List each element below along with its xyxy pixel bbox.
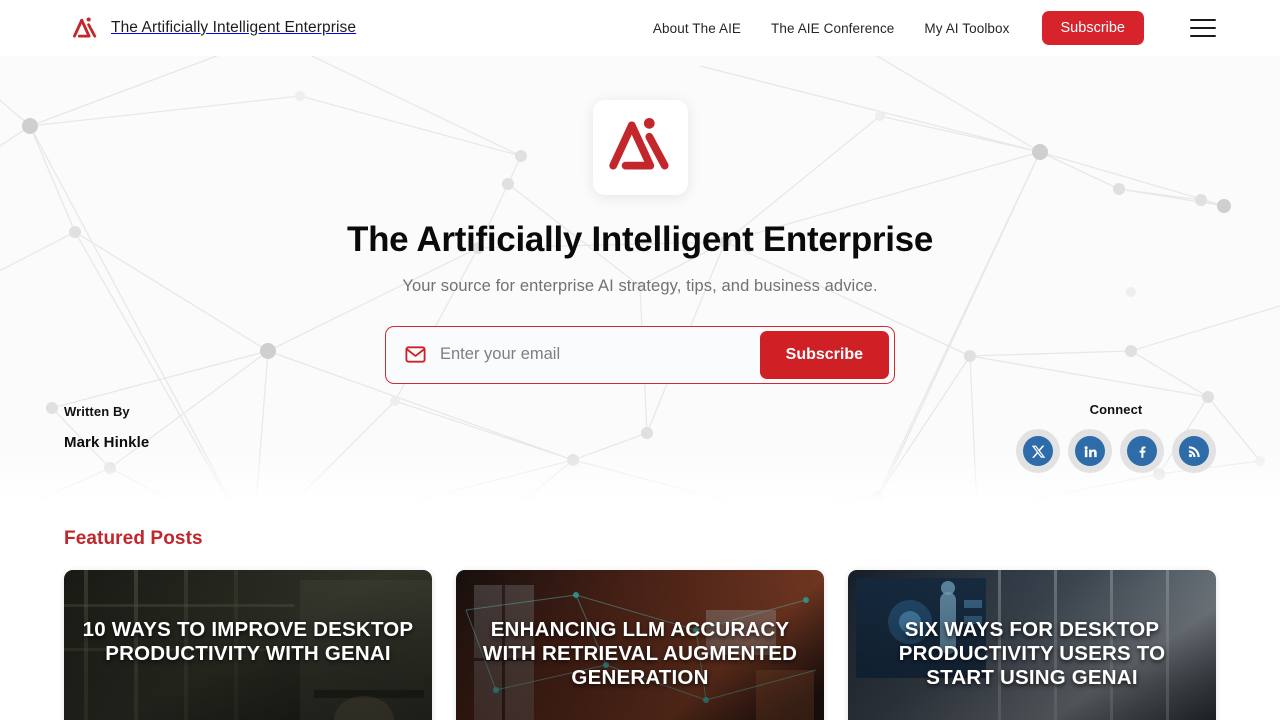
nav-link-the-aie-conference[interactable]: The AIE Conference	[771, 21, 894, 36]
author-connect-strip: Written By Mark Hinkle Connect	[0, 398, 1280, 518]
featured-post-card[interactable]: 10 Ways to Improve Desktop Productivity …	[64, 570, 432, 720]
linkedin-icon	[1075, 436, 1105, 466]
post-title: Six Ways for Desktop Productivity Users …	[898, 618, 1166, 689]
social-link-rss[interactable]	[1172, 429, 1216, 473]
ai-triangle-logo-icon	[607, 112, 673, 183]
email-input[interactable]	[427, 326, 760, 383]
hamburger-menu-icon[interactable]	[1190, 19, 1216, 37]
featured-posts-section: Featured Posts 10 WAYS TO IMPROVE DESKTO…	[0, 518, 1280, 720]
subscribe-form: Subscribe	[385, 325, 895, 384]
page-subtitle: Your source for enterprise AI strategy, …	[402, 276, 878, 295]
social-link-linkedin[interactable]	[1068, 429, 1112, 473]
author-block: Written By Mark Hinkle	[64, 398, 149, 451]
nav-link-about-the-aie[interactable]: About The AIE	[653, 21, 741, 36]
social-link-x-twitter[interactable]	[1016, 429, 1060, 473]
primary-nav: About The AIE The AIE Conference My AI T…	[653, 11, 1216, 45]
page-title: The Artificially Intelligent Enterprise	[346, 220, 934, 259]
nav-link-my-ai-toolbox[interactable]: My AI Toolbox	[924, 21, 1009, 36]
ai-triangle-logo-icon	[72, 15, 98, 41]
subscribe-submit-button[interactable]: Subscribe	[759, 330, 889, 379]
envelope-icon	[404, 343, 427, 366]
hamburger-bar	[1190, 19, 1216, 22]
brand-title: The Artificially Intelligent Enterprise	[111, 19, 357, 36]
connect-block: Connect	[1016, 398, 1216, 473]
hero-content: The Artificially Intelligent Enterprise …	[0, 56, 1280, 384]
author-name[interactable]: Mark Hinkle	[64, 434, 149, 451]
featured-posts-heading: Featured Posts	[64, 528, 203, 549]
hamburger-bar	[1190, 26, 1216, 30]
written-by-label: Written By	[64, 404, 130, 419]
hamburger-bar	[1190, 34, 1216, 37]
brand-home-link[interactable]: The Artificially Intelligent Enterprise	[72, 15, 356, 41]
hero-section: The Artificially Intelligent Enterprise …	[0, 56, 1280, 518]
x-twitter-icon	[1023, 436, 1053, 466]
featured-post-card[interactable]: Enhancing LLM Accuracy with Retrieval Au…	[456, 570, 824, 720]
header-subscribe-button[interactable]: Subscribe	[1041, 11, 1144, 45]
social-links-row	[1016, 429, 1216, 473]
featured-posts-grid: 10 Ways to Improve Desktop Productivity …	[64, 570, 1216, 720]
featured-post-card[interactable]: Six Ways for Desktop Productivity Users …	[848, 570, 1216, 720]
social-link-facebook[interactable]	[1120, 429, 1164, 473]
rss-icon	[1179, 436, 1209, 466]
site-header: The Artificially Intelligent Enterprise …	[0, 0, 1280, 56]
hero-logo-card	[592, 100, 688, 195]
facebook-icon	[1127, 436, 1157, 466]
connect-label: Connect	[1089, 402, 1143, 417]
post-title: 10 Ways to Improve Desktop Productivity …	[82, 618, 414, 665]
post-title: Enhancing LLM Accuracy with Retrieval Au…	[482, 618, 798, 689]
